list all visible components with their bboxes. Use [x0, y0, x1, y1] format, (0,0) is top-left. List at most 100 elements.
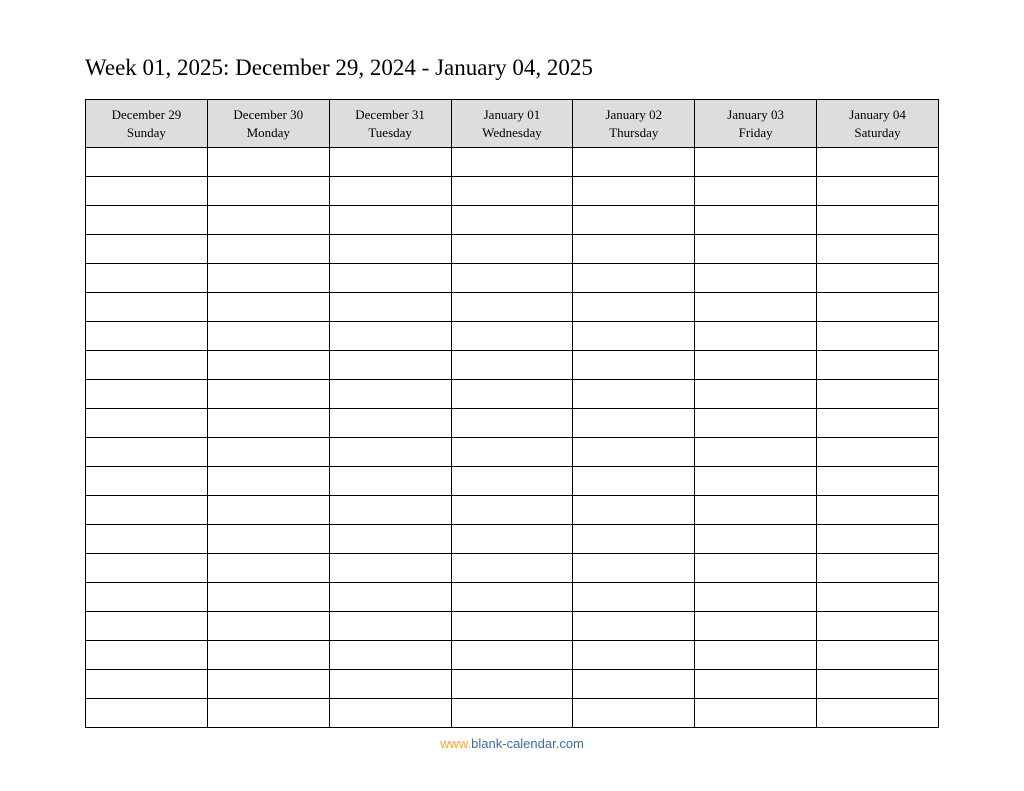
calendar-cell[interactable]	[86, 699, 208, 728]
calendar-cell[interactable]	[86, 177, 208, 206]
calendar-cell[interactable]	[86, 438, 208, 467]
calendar-cell[interactable]	[329, 409, 451, 438]
calendar-cell[interactable]	[817, 583, 939, 612]
calendar-cell[interactable]	[817, 641, 939, 670]
calendar-cell[interactable]	[329, 235, 451, 264]
calendar-cell[interactable]	[695, 177, 817, 206]
calendar-cell[interactable]	[695, 467, 817, 496]
calendar-cell[interactable]	[207, 612, 329, 641]
calendar-cell[interactable]	[207, 322, 329, 351]
calendar-cell[interactable]	[451, 380, 573, 409]
calendar-cell[interactable]	[817, 148, 939, 177]
calendar-cell[interactable]	[695, 148, 817, 177]
calendar-cell[interactable]	[695, 380, 817, 409]
calendar-cell[interactable]	[451, 177, 573, 206]
calendar-cell[interactable]	[86, 409, 208, 438]
calendar-cell[interactable]	[329, 670, 451, 699]
calendar-cell[interactable]	[86, 293, 208, 322]
calendar-cell[interactable]	[207, 235, 329, 264]
calendar-cell[interactable]	[329, 322, 451, 351]
calendar-cell[interactable]	[329, 612, 451, 641]
calendar-cell[interactable]	[451, 409, 573, 438]
calendar-cell[interactable]	[451, 148, 573, 177]
calendar-cell[interactable]	[86, 380, 208, 409]
calendar-cell[interactable]	[817, 177, 939, 206]
calendar-cell[interactable]	[695, 351, 817, 380]
calendar-cell[interactable]	[817, 525, 939, 554]
calendar-cell[interactable]	[207, 177, 329, 206]
calendar-cell[interactable]	[817, 293, 939, 322]
calendar-cell[interactable]	[695, 438, 817, 467]
calendar-cell[interactable]	[817, 380, 939, 409]
calendar-cell[interactable]	[817, 264, 939, 293]
calendar-cell[interactable]	[573, 438, 695, 467]
calendar-cell[interactable]	[207, 525, 329, 554]
calendar-cell[interactable]	[573, 293, 695, 322]
calendar-cell[interactable]	[329, 641, 451, 670]
calendar-cell[interactable]	[207, 148, 329, 177]
calendar-cell[interactable]	[695, 264, 817, 293]
calendar-cell[interactable]	[817, 467, 939, 496]
calendar-cell[interactable]	[207, 583, 329, 612]
calendar-cell[interactable]	[329, 293, 451, 322]
calendar-cell[interactable]	[86, 467, 208, 496]
calendar-cell[interactable]	[329, 380, 451, 409]
calendar-cell[interactable]	[817, 612, 939, 641]
calendar-cell[interactable]	[207, 670, 329, 699]
calendar-cell[interactable]	[86, 235, 208, 264]
calendar-cell[interactable]	[207, 496, 329, 525]
calendar-cell[interactable]	[207, 351, 329, 380]
calendar-cell[interactable]	[695, 641, 817, 670]
calendar-cell[interactable]	[451, 525, 573, 554]
calendar-cell[interactable]	[451, 554, 573, 583]
calendar-cell[interactable]	[86, 554, 208, 583]
calendar-cell[interactable]	[329, 525, 451, 554]
calendar-cell[interactable]	[86, 525, 208, 554]
calendar-cell[interactable]	[817, 235, 939, 264]
calendar-cell[interactable]	[695, 235, 817, 264]
calendar-cell[interactable]	[451, 670, 573, 699]
calendar-cell[interactable]	[573, 409, 695, 438]
calendar-cell[interactable]	[817, 206, 939, 235]
calendar-cell[interactable]	[695, 612, 817, 641]
calendar-cell[interactable]	[817, 670, 939, 699]
calendar-cell[interactable]	[207, 264, 329, 293]
calendar-cell[interactable]	[451, 699, 573, 728]
calendar-cell[interactable]	[329, 148, 451, 177]
calendar-cell[interactable]	[573, 380, 695, 409]
calendar-cell[interactable]	[695, 293, 817, 322]
calendar-cell[interactable]	[451, 206, 573, 235]
calendar-cell[interactable]	[329, 264, 451, 293]
calendar-cell[interactable]	[573, 235, 695, 264]
calendar-cell[interactable]	[573, 177, 695, 206]
calendar-cell[interactable]	[573, 322, 695, 351]
calendar-cell[interactable]	[573, 699, 695, 728]
calendar-cell[interactable]	[695, 525, 817, 554]
calendar-cell[interactable]	[86, 148, 208, 177]
calendar-cell[interactable]	[207, 554, 329, 583]
calendar-cell[interactable]	[207, 641, 329, 670]
calendar-cell[interactable]	[573, 554, 695, 583]
calendar-cell[interactable]	[451, 641, 573, 670]
calendar-cell[interactable]	[695, 322, 817, 351]
calendar-cell[interactable]	[329, 554, 451, 583]
calendar-cell[interactable]	[817, 409, 939, 438]
calendar-cell[interactable]	[695, 583, 817, 612]
calendar-cell[interactable]	[573, 612, 695, 641]
calendar-cell[interactable]	[86, 612, 208, 641]
calendar-cell[interactable]	[817, 699, 939, 728]
calendar-cell[interactable]	[451, 467, 573, 496]
calendar-cell[interactable]	[86, 641, 208, 670]
calendar-cell[interactable]	[207, 409, 329, 438]
calendar-cell[interactable]	[573, 496, 695, 525]
calendar-cell[interactable]	[86, 206, 208, 235]
calendar-cell[interactable]	[573, 264, 695, 293]
calendar-cell[interactable]	[817, 351, 939, 380]
calendar-cell[interactable]	[695, 699, 817, 728]
calendar-cell[interactable]	[573, 525, 695, 554]
calendar-cell[interactable]	[695, 496, 817, 525]
calendar-cell[interactable]	[573, 467, 695, 496]
calendar-cell[interactable]	[573, 583, 695, 612]
calendar-cell[interactable]	[817, 322, 939, 351]
calendar-cell[interactable]	[329, 467, 451, 496]
